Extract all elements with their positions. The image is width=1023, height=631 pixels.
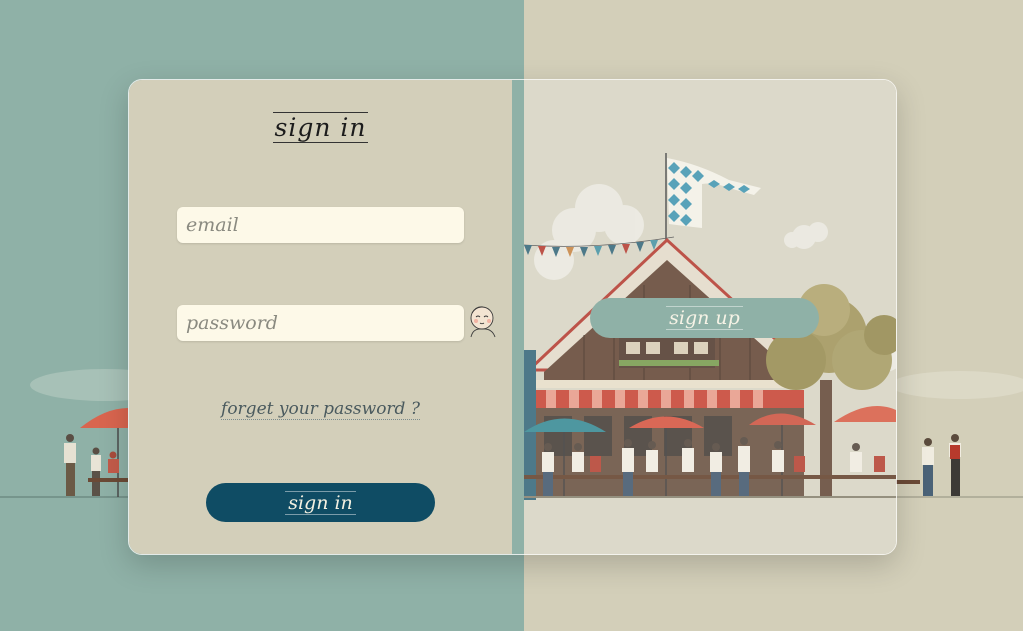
right-people (895, 434, 961, 496)
forgot-password-link[interactable]: forget your password ? (129, 399, 512, 420)
password-field[interactable] (177, 305, 464, 341)
sign-up-button-label: sign up (666, 306, 743, 330)
left-umbrella (80, 408, 128, 497)
sign-up-button[interactable]: sign up (590, 298, 819, 338)
sign-in-button[interactable]: sign in (206, 483, 435, 522)
peeking-face-icon[interactable] (468, 304, 500, 338)
email-field[interactable] (177, 207, 464, 243)
sign-in-button-label: sign in (285, 490, 356, 515)
login-card: sign in forget your password ? sign in (128, 79, 897, 555)
page-title: sign in (272, 112, 369, 143)
sign-in-panel: sign in forget your password ? sign in (129, 80, 512, 554)
panel-divider-strip (512, 80, 524, 554)
login-page: sign in forget your password ? sign in (0, 0, 1023, 631)
